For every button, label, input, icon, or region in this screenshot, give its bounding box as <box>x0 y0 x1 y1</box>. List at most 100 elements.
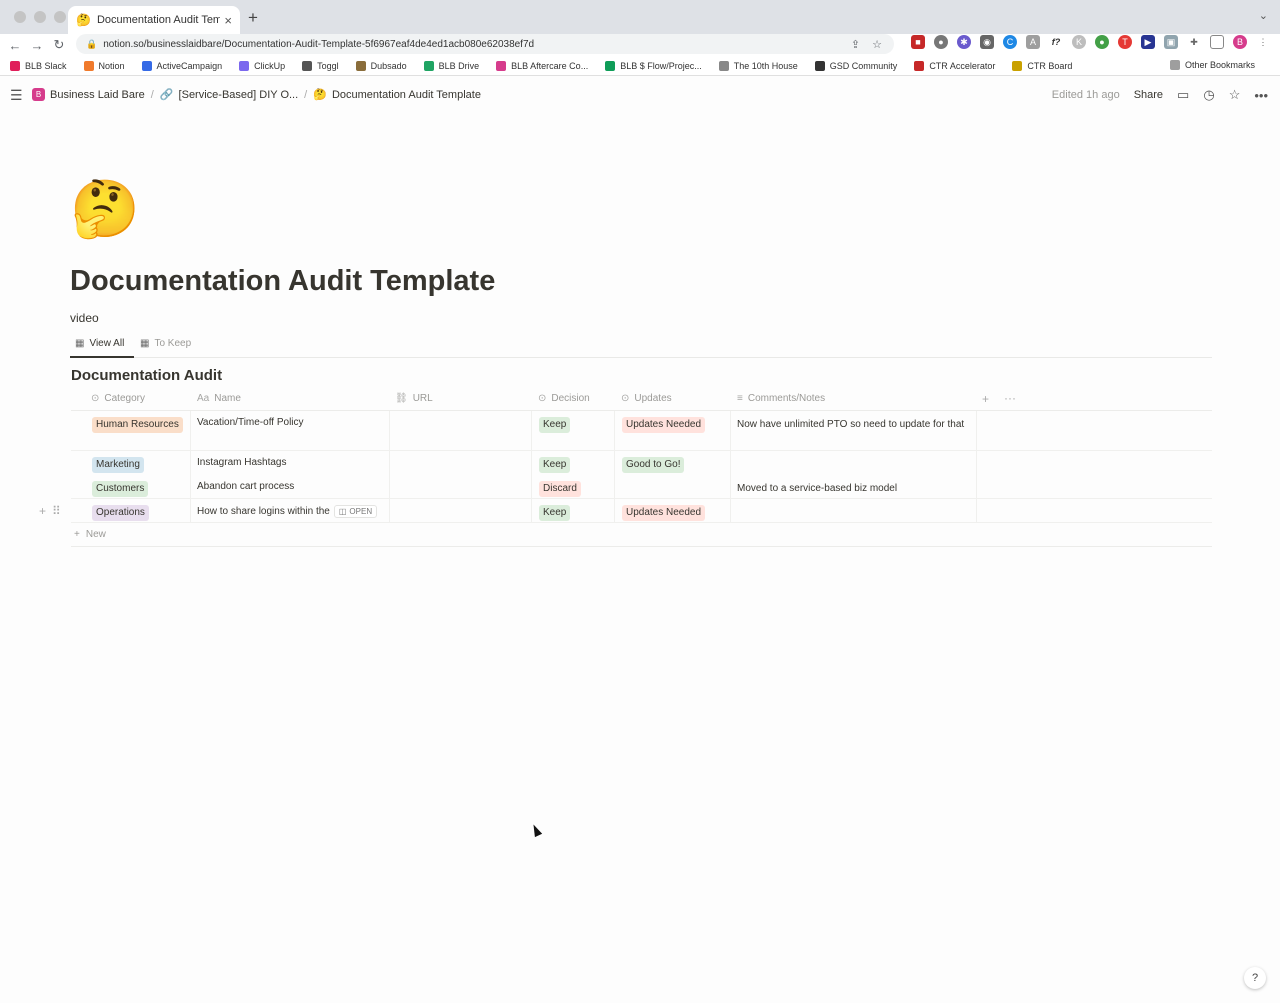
updates-tag[interactable]: Updates Needed <box>622 417 706 433</box>
extension-icon[interactable]: ▣ <box>1164 35 1178 49</box>
extension-icon[interactable]: K <box>1072 35 1086 49</box>
bookmark-10th-house[interactable]: The 10th House <box>718 60 798 71</box>
cell-divider <box>976 475 977 498</box>
share-page-icon[interactable]: ⇪ <box>851 38 860 51</box>
tab-search-chevron-icon[interactable]: ⌄ <box>1259 9 1268 22</box>
category-tag[interactable]: Operations <box>92 505 149 521</box>
extension-icon[interactable]: ● <box>1095 35 1109 49</box>
reload-icon[interactable]: ↻ <box>48 37 70 53</box>
other-bookmarks[interactable]: Other Bookmarks <box>1169 60 1255 70</box>
page-title[interactable]: Documentation Audit Template <box>70 265 495 298</box>
bookmark-star-icon[interactable]: ☆ <box>872 38 882 51</box>
bookmark-ctr-accelerator[interactable]: CTR Accelerator <box>914 60 995 71</box>
database-title[interactable]: Documentation Audit <box>71 367 222 384</box>
row-name-cell[interactable]: How to share logins within the ◫ OPEN <box>197 505 378 518</box>
tab-to-keep[interactable]: ▦ To Keep <box>140 338 191 349</box>
history-clock-icon[interactable]: ◷ <box>1203 87 1214 103</box>
breadcrumb-parent-page[interactable]: 🔗 [Service-Based] DIY O... <box>160 88 298 102</box>
url-text[interactable]: notion.so/businesslaidbare/Documentation… <box>103 39 851 50</box>
extension-icon[interactable]: ✱ <box>957 35 971 49</box>
decision-tag[interactable]: Keep <box>539 457 571 473</box>
column-header-updates[interactable]: ⊙ Updates <box>621 393 672 404</box>
browser-tab[interactable]: 🤔 Documentation Audit Template × <box>68 6 240 34</box>
favorite-star-icon[interactable]: ☆ <box>1229 87 1241 103</box>
decision-tag[interactable]: Keep <box>539 417 571 433</box>
row-name[interactable]: Instagram Hashtags <box>197 457 287 468</box>
bookmark-clickup[interactable]: ClickUp <box>239 60 285 71</box>
decision-tag[interactable]: Discard <box>539 481 581 497</box>
extension-icon[interactable]: ■ <box>911 35 925 49</box>
category-tag[interactable]: Customers <box>92 481 149 497</box>
column-header-decision[interactable]: ⊙ Decision <box>538 393 590 404</box>
bookmark-ctr-board[interactable]: CTR Board <box>1012 60 1072 71</box>
more-dots-icon[interactable]: ••• <box>1254 88 1268 103</box>
extension-icon[interactable]: ▶ <box>1141 35 1155 49</box>
side-panel-icon[interactable] <box>1210 35 1224 49</box>
help-button[interactable]: ? <box>1244 967 1266 989</box>
cell-divider <box>190 475 191 498</box>
updates-tag[interactable]: Good to Go! <box>622 457 685 473</box>
column-header-comments[interactable]: ≡ Comments/Notes <box>737 393 825 404</box>
row-notes[interactable]: Now have unlimited PTO so need to update… <box>737 417 967 432</box>
column-header-url[interactable]: ⛓ URL <box>395 393 433 404</box>
column-header-category[interactable]: ⊙ Category <box>91 393 145 404</box>
sidebar-menu-icon[interactable]: ☰ <box>10 87 23 104</box>
extensions-puzzle-icon[interactable]: ✚ <box>1187 35 1201 49</box>
bookmark-toggl[interactable]: Toggl <box>302 60 339 71</box>
row-name[interactable]: How to share logins within the <box>197 506 330 517</box>
open-page-button[interactable]: ◫ OPEN <box>333 505 378 518</box>
category-tag[interactable]: Marketing <box>92 457 144 473</box>
table-row[interactable]: Customers Abandon cart process Discard M… <box>71 475 1212 499</box>
decision-tag[interactable]: Keep <box>539 505 571 521</box>
drag-handle-icon[interactable]: ⠿ <box>52 504 61 518</box>
more-options-icon[interactable]: ··· <box>1004 391 1016 405</box>
bookmark-blb-drive[interactable]: BLB Drive <box>423 60 479 71</box>
browser-menu-icon[interactable]: ⋮ <box>1256 35 1270 49</box>
breadcrumb-current-page[interactable]: 🤔 Documentation Audit Template <box>313 88 481 102</box>
back-arrow-icon[interactable]: ← <box>4 38 26 53</box>
close-window-button[interactable] <box>14 11 26 23</box>
address-bar[interactable]: 🔒 notion.so/businesslaidbare/Documentati… <box>76 34 894 54</box>
bookmark-dubsado[interactable]: Dubsado <box>355 60 407 71</box>
add-property-icon[interactable]: + <box>982 392 989 406</box>
table-row[interactable]: Human Resources Vacation/Time-off Policy… <box>71 411 1212 451</box>
bookmark-blb-aftercare[interactable]: BLB Aftercare Co... <box>496 60 588 71</box>
dubsado-icon <box>355 60 366 71</box>
add-row-plus-icon[interactable]: + <box>39 504 46 518</box>
updates-tag[interactable]: Updates Needed <box>622 505 706 521</box>
bookmark-notion[interactable]: Notion <box>83 60 125 71</box>
profile-avatar-icon[interactable]: B <box>1233 35 1247 49</box>
new-tab-button[interactable]: + <box>248 8 258 28</box>
row-name[interactable]: Vacation/Time-off Policy <box>197 417 304 428</box>
extension-icon[interactable]: ● <box>934 35 948 49</box>
table-row[interactable]: + ⠿ Operations How to share logins withi… <box>39 499 1212 523</box>
page-description[interactable]: video <box>70 311 99 325</box>
window-controls[interactable] <box>14 11 66 23</box>
browser-tab-bar: 🤔 Documentation Audit Template × + ⌄ <box>0 0 1280 34</box>
row-notes[interactable]: Moved to a service-based biz model <box>737 481 967 496</box>
category-tag[interactable]: Human Resources <box>92 417 183 433</box>
bookmark-blb-slack[interactable]: BLB Slack <box>10 60 67 71</box>
bookmark-gsd-community[interactable]: GSD Community <box>814 60 897 71</box>
extension-icon[interactable]: A <box>1026 35 1040 49</box>
breadcrumb-workspace[interactable]: B Business Laid Bare <box>32 88 145 101</box>
tab-view-all[interactable]: ▦ View All <box>75 338 124 349</box>
extension-icon[interactable]: f? <box>1049 35 1063 49</box>
comments-icon[interactable]: ▭ <box>1177 87 1189 103</box>
bookmark-blb-flow[interactable]: BLB $ Flow/Projec... <box>605 60 702 71</box>
bookmark-activecampaign[interactable]: ActiveCampaign <box>141 60 222 71</box>
maximize-window-button[interactable] <box>54 11 66 23</box>
share-button[interactable]: Share <box>1134 89 1163 101</box>
table-row[interactable]: Marketing Instagram Hashtags Keep Good t… <box>71 451 1212 475</box>
workspace-logo-icon: B <box>32 88 45 101</box>
close-tab-icon[interactable]: × <box>224 13 232 28</box>
column-header-name[interactable]: Aa Name <box>197 393 241 404</box>
minimize-window-button[interactable] <box>34 11 46 23</box>
row-name[interactable]: Abandon cart process <box>197 481 294 492</box>
forward-arrow-icon[interactable]: → <box>26 38 48 53</box>
extension-icon[interactable]: C <box>1003 35 1017 49</box>
extension-icon[interactable]: T <box>1118 35 1132 49</box>
camera-extension-icon[interactable]: ◉ <box>980 35 994 49</box>
page-icon[interactable]: 🤔 <box>70 176 140 242</box>
new-row-button[interactable]: + New <box>71 523 1212 547</box>
